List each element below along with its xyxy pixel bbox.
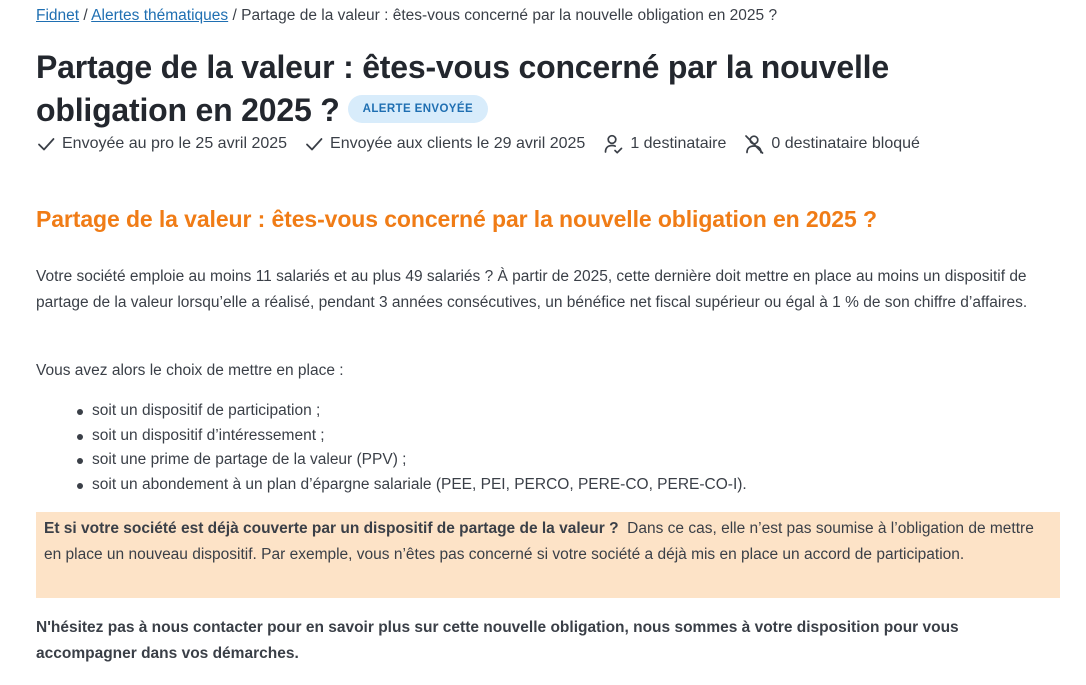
alert-detail-page: Fidnet / Alertes thématiques / Partage d… [0,0,1086,685]
status-badge: ALERTE ENVOYÉE [347,94,489,123]
breadcrumb-separator: / [83,7,92,24]
user-check-icon [604,134,623,154]
callout-question: Et si votre société est déjà couverte pa… [44,520,619,537]
meta-sent-pro: Envoyée au pro le 25 avril 2025 [36,134,287,154]
meta-recipients-label: 1 destinataire [630,135,727,152]
list-item: soit un dispositif de participation ; [56,399,747,424]
check-icon [38,138,55,151]
breadcrumb-link-home[interactable]: Fidnet [36,7,79,24]
check-icon [306,138,323,151]
meta-sent-pro-label: Envoyée au pro le 25 avril 2025 [62,135,288,152]
user-blocked-icon [745,135,764,154]
breadcrumb-link-alertes[interactable]: Alertes thématiques [91,7,228,24]
breadcrumb-separator: / [232,7,242,24]
callout-box: Et si votre société est déjà couverte pa… [36,512,1060,598]
breadcrumb-current: Partage de la valeur : êtes-vous concern… [241,7,778,24]
meta-blocked-label: 0 destinataire bloqué [771,135,920,152]
page-title-block: Partage de la valeur : êtes-vous concern… [36,46,1036,132]
list-item: soit un dispositif d’intéressement ; [56,424,747,449]
meta-blocked: 0 destinataire bloqué [743,133,920,155]
breadcrumb: Fidnet / Alertes thématiques / Partage d… [36,7,777,25]
meta-sent-clients-label: Envoyée aux clients le 29 avril 2025 [330,135,586,152]
closing-paragraph: N'hésitez pas à nous contacter pour en s… [36,619,959,662]
options-list: soit un dispositif de participation ; so… [56,399,747,497]
alert-meta: Envoyée au pro le 25 avril 2025 Envoyée … [36,133,937,155]
content-paragraph-choice: Vous avez alors le choix de mettre en pl… [36,362,344,379]
list-item: soit une prime de partage de la valeur (… [56,448,747,473]
meta-sent-clients: Envoyée aux clients le 29 avril 2025 [304,134,585,154]
content-paragraph-intro: Votre société emploie au moins 11 salari… [36,268,1028,311]
list-item: soit un abondement à un plan d’épargne s… [56,473,747,498]
meta-recipients: 1 destinataire [602,133,726,155]
content-heading: Partage de la valeur : êtes-vous concern… [36,206,877,232]
